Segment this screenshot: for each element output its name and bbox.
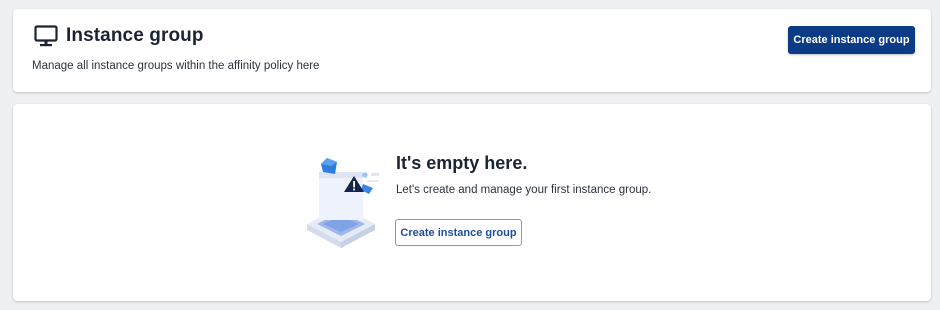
create-instance-group-button[interactable]: Create instance group	[788, 26, 915, 54]
empty-state-title: It's empty here.	[396, 153, 528, 173]
page-title: Instance group	[66, 25, 204, 46]
empty-state-description: Let's create and manage your first insta…	[396, 184, 652, 196]
page-header-card: Instance group Manage all instance group…	[13, 9, 931, 92]
monitor-icon	[34, 25, 58, 47]
empty-state-create-button[interactable]: Create instance group	[395, 219, 522, 246]
title-row: Instance group	[34, 25, 204, 47]
empty-state-card: It's empty here. Let's create and manage…	[13, 104, 931, 301]
empty-box-warning-illustration	[303, 154, 383, 252]
page-subtitle: Manage all instance groups within the af…	[32, 60, 320, 72]
